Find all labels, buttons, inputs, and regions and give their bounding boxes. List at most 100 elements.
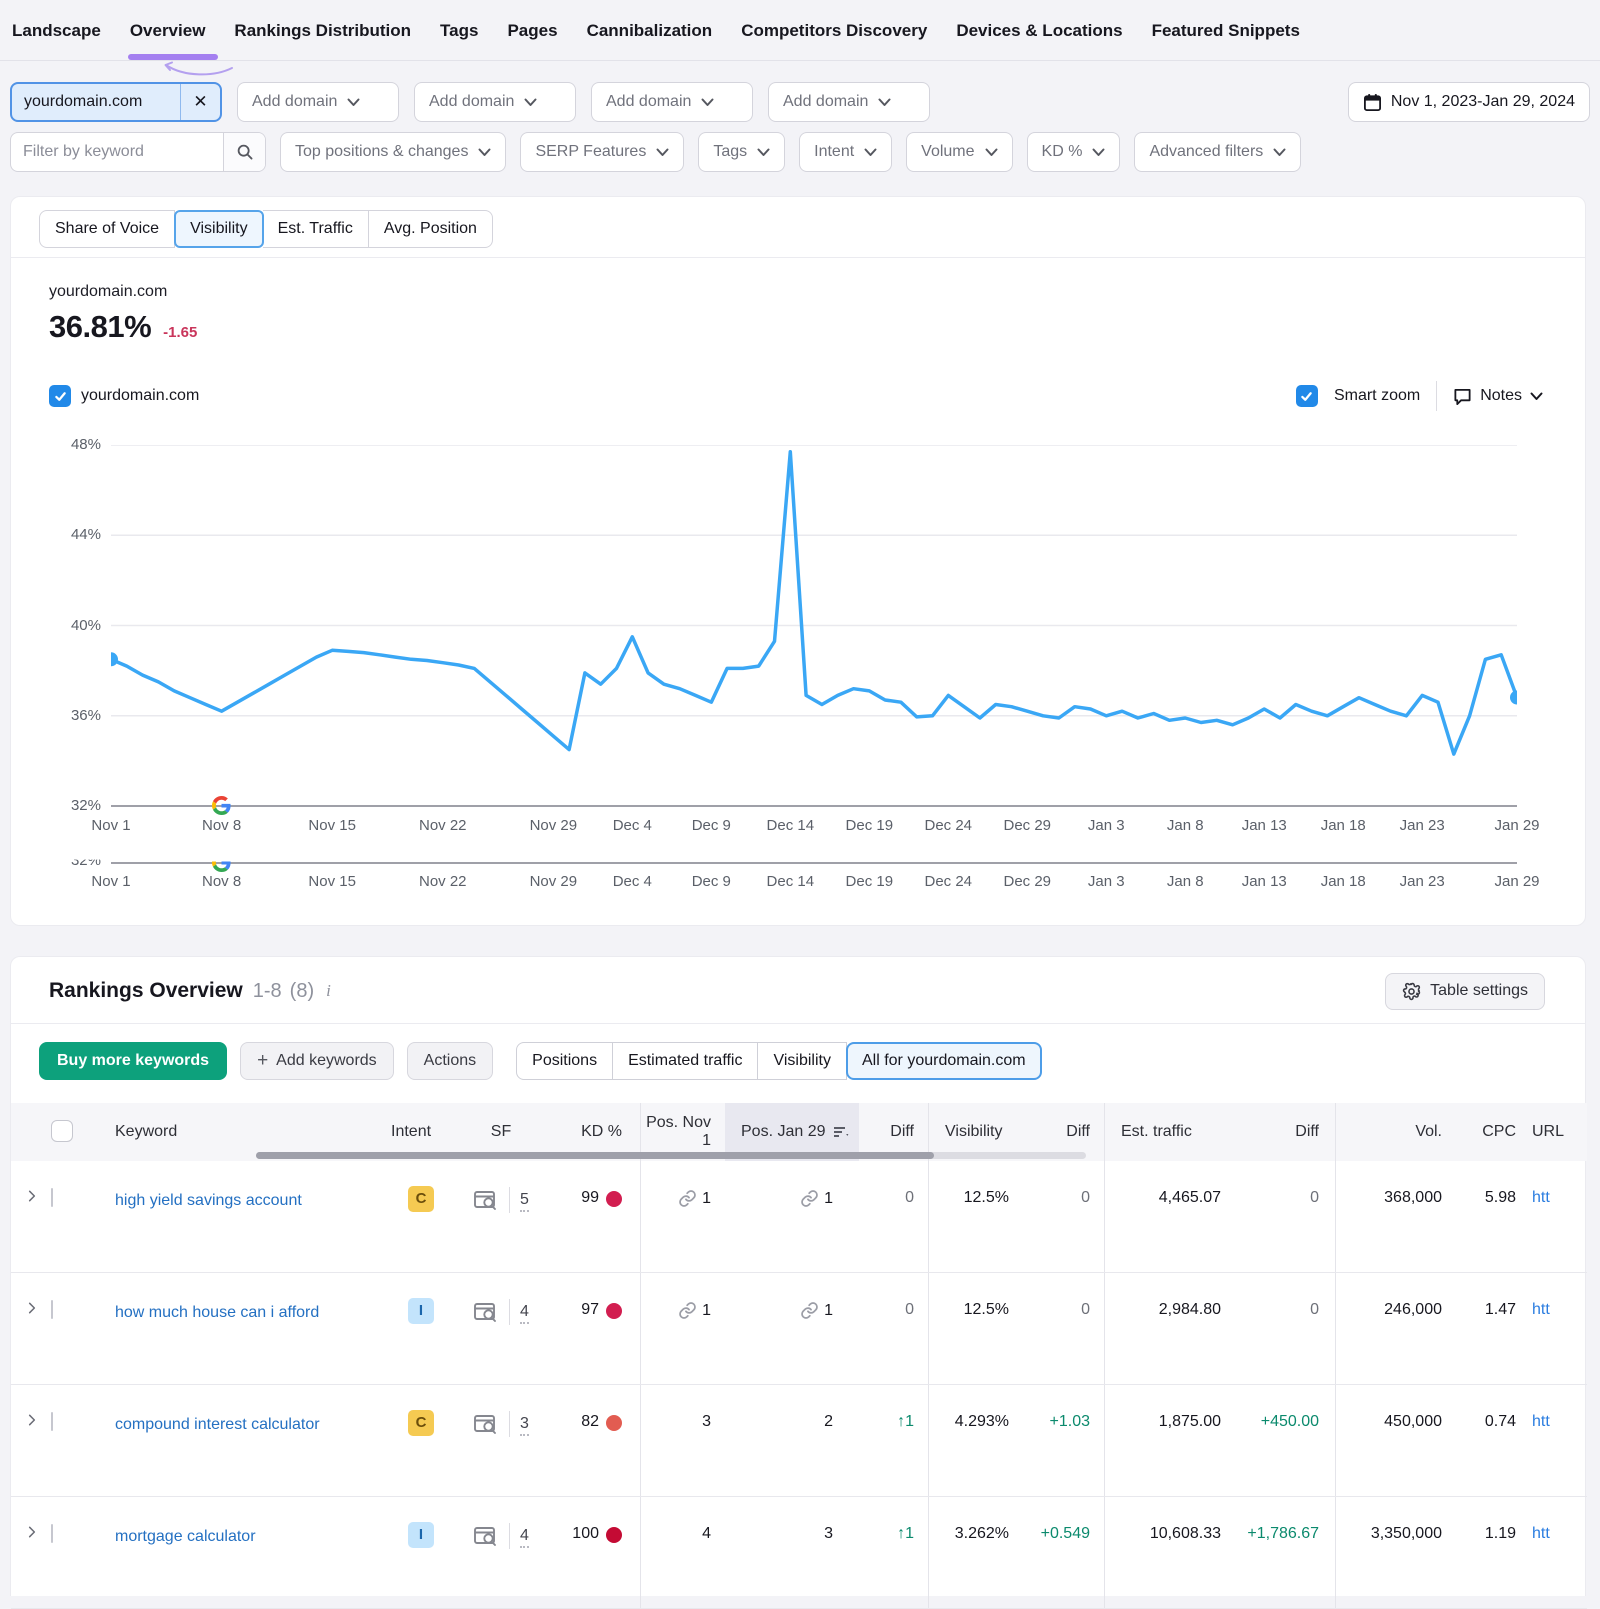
notes-button[interactable]: Notes [1453,387,1543,406]
tracked-domain-chip[interactable]: yourdomain.com ✕ [10,82,222,122]
col-cpc[interactable]: CPC [1456,1103,1516,1161]
series-end-point[interactable] [1510,691,1517,705]
x-axis-label: Nov 1 [91,873,130,890]
metric-tab-avg-position[interactable]: Avg. Position [369,210,493,248]
visibility-line-chart[interactable] [111,445,1517,806]
row-expander-icon[interactable] [11,1497,51,1544]
intent-badge[interactable]: C [408,1186,434,1212]
search-icon[interactable] [223,133,265,171]
est-traffic-diff-value: 0 [1310,1189,1319,1206]
nav-tab-featured-snippets[interactable]: Featured Snippets [1152,3,1300,57]
legend-checkbox[interactable] [49,385,71,407]
add-domain-dropdown-4[interactable]: Add domain [768,82,930,122]
horizontal-scrollbar-track[interactable] [256,1152,1086,1159]
filter-top-positions-changes[interactable]: Top positions & changes [280,132,506,172]
add-domain-dropdown-1[interactable]: Add domain [237,82,399,122]
buy-more-keywords-button[interactable]: Buy more keywords [39,1042,227,1080]
filter-tags[interactable]: Tags [698,132,785,172]
view-tab-all-for-yourdomain-com[interactable]: All for yourdomain.com [846,1042,1042,1080]
google-update-icon[interactable] [212,853,231,872]
row-expander-icon[interactable] [11,1161,51,1208]
metric-tab-est-traffic[interactable]: Est. Traffic [263,210,369,248]
intent-badge[interactable]: I [408,1522,434,1548]
filter-intent[interactable]: Intent [799,132,892,172]
x-axis-label: Nov 22 [419,873,467,890]
nav-tab-rankings-distribution[interactable]: Rankings Distribution [234,3,411,57]
col-url[interactable]: URL [1516,1103,1587,1161]
remove-domain-icon[interactable]: ✕ [180,84,220,120]
nav-tab-pages[interactable]: Pages [507,3,557,57]
filter-label: Volume [921,143,974,161]
intent-badge[interactable]: I [408,1298,434,1324]
sort-icon [834,1126,849,1138]
url-link[interactable]: htt [1516,1525,1550,1542]
cpc-cell: 1.19 [1456,1497,1516,1543]
pos-nov1-value: 1 [702,1302,711,1320]
row-expander-icon[interactable] [11,1385,51,1432]
table-settings-button[interactable]: Table settings [1385,973,1545,1010]
filter-volume[interactable]: Volume [906,132,1012,172]
keyword-link[interactable]: compound interest calculator [115,1413,350,1436]
google-update-icon[interactable] [212,796,231,815]
chevron-down-icon [478,148,491,157]
smart-zoom-checkbox[interactable] [1296,385,1318,407]
info-icon[interactable]: i [326,981,331,1001]
nav-tab-landscape[interactable]: Landscape [12,3,101,57]
url-link[interactable]: htt [1516,1189,1550,1206]
filter-label: Top positions & changes [295,143,468,161]
url-cell: htt [1516,1497,1587,1543]
series-start-point[interactable] [111,652,118,666]
date-range-value: Nov 1, 2023-Jan 29, 2024 [1391,93,1575,111]
keyword-link[interactable]: mortgage calculator [115,1525,286,1548]
col-diff3[interactable]: Diff [1237,1103,1336,1161]
header-checkbox[interactable] [51,1103,95,1161]
metric-tab-visibility[interactable]: Visibility [174,210,264,248]
url-link[interactable]: htt [1516,1413,1550,1430]
est-traffic-diff-cell: +1,786.67 [1237,1497,1336,1608]
add-domain-dropdown-3[interactable]: Add domain [591,82,753,122]
date-range-picker[interactable]: Nov 1, 2023-Jan 29, 2024 [1348,82,1590,122]
filter-serp-features[interactable]: SERP Features [520,132,684,172]
url-link[interactable]: htt [1516,1301,1550,1318]
y-axis-label: 44% [41,526,101,543]
add-keywords-button[interactable]: + Add keywords [240,1042,394,1080]
cpc-cell: 1.47 [1456,1273,1516,1319]
kd-value: 82 [581,1413,599,1431]
serp-features-count[interactable]: 3 [520,1415,529,1436]
view-tab-positions[interactable]: Positions [516,1042,613,1080]
keyword-link[interactable]: how much house can i afford [115,1301,349,1324]
row-expander-icon[interactable] [11,1273,51,1320]
nav-tab-overview[interactable]: Overview [130,3,206,57]
filter-advanced-filters[interactable]: Advanced filters [1134,132,1301,172]
view-tab-estimated-traffic[interactable]: Estimated traffic [613,1042,758,1080]
metric-tab-share-of-voice[interactable]: Share of Voice [39,210,175,248]
nav-tab-competitors-discovery[interactable]: Competitors Discovery [741,3,927,57]
serp-features-count[interactable]: 5 [520,1191,529,1212]
add-domain-dropdown-2[interactable]: Add domain [414,82,576,122]
col-vol[interactable]: Vol. [1336,1103,1456,1161]
nav-tab-tags[interactable]: Tags [440,3,478,57]
horizontal-scrollbar-thumb[interactable] [256,1152,934,1159]
filter-label: Advanced filters [1149,143,1263,161]
serp-features-count[interactable]: 4 [520,1303,529,1324]
add-keywords-label: Add keywords [276,1052,377,1070]
filter-kd[interactable]: KD % [1027,132,1121,172]
serp-features-count[interactable]: 4 [520,1527,529,1548]
keyword-filter-input[interactable]: Filter by keyword [10,132,266,172]
row-checkbox[interactable] [51,1300,53,1319]
keyword-link[interactable]: high yield savings account [115,1189,332,1212]
view-tab-visibility[interactable]: Visibility [758,1042,847,1080]
actions-label: Actions [424,1052,476,1070]
row-checkbox[interactable] [51,1188,53,1207]
row-checkbox[interactable] [51,1412,53,1431]
intent-badge[interactable]: C [408,1410,434,1436]
nav-tab-cannibalization[interactable]: Cannibalization [587,3,713,57]
link-icon [800,1301,819,1320]
pos-diff-up: ↑1 [897,1413,914,1430]
nav-tab-devices-locations[interactable]: Devices & Locations [956,3,1122,57]
actions-button[interactable]: Actions [407,1042,493,1080]
row-checkbox[interactable] [51,1524,53,1543]
chevron-down-icon [656,148,669,157]
col-est-traffic[interactable]: Est. traffic [1105,1103,1237,1161]
intent-cell: C [391,1161,451,1212]
